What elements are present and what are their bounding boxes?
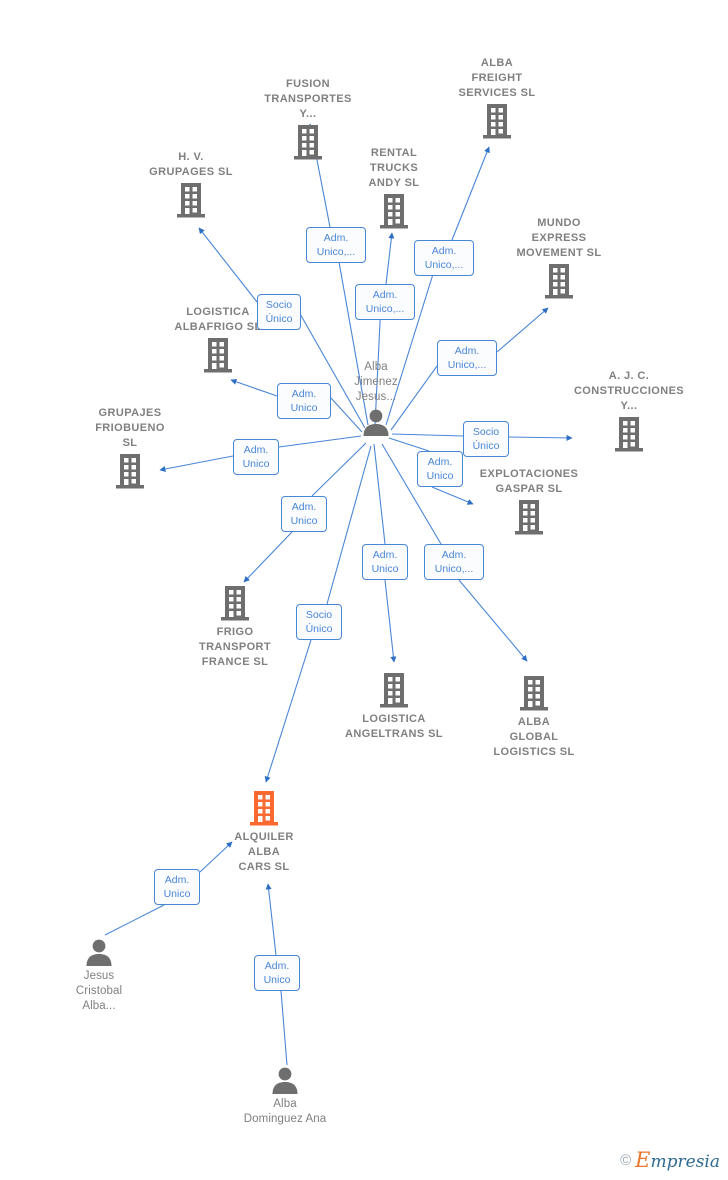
person-icon [363,409,389,436]
edge-label-ajc[interactable]: Socio Único [463,421,509,457]
node-alba-global-logistics[interactable]: ALBA GLOBAL LOGISTICS SL [464,675,604,760]
node-label: LOGISTICA ANGELTRANS SL [345,713,443,740]
edge-arrow-frigotrans [243,531,293,583]
building-icon [116,454,144,489]
edge-label-rental-trucks[interactable]: Adm. Unico,... [355,284,415,320]
edge-label-albafrigo[interactable]: Adm. Unico [277,383,331,419]
edge-arrow-mundo [496,307,549,353]
building-icon [380,673,408,708]
building-icon [177,183,205,218]
edge-line-alquiler [326,445,372,605]
node-hv-grupages[interactable]: H. V. GRUPAGES SL [121,150,261,220]
node-alquiler-alba-cars[interactable]: ALQUILER ALBA CARS SL [194,790,334,875]
building-icon [615,417,643,452]
node-frigo-transport-france[interactable]: FRIGO TRANSPORT FRANCE SL [165,585,305,670]
node-label: Jesus Cristobal Alba... [75,970,123,1012]
edge-label-fusion[interactable]: Adm. Unico,... [306,227,366,263]
building-icon [380,194,408,229]
edge-label-friobueno[interactable]: Adm. Unico [233,439,279,475]
edge-label-frigo-transport[interactable]: Adm. Unico [281,496,327,532]
node-label: FRIGO TRANSPORT FRANCE SL [198,626,272,668]
node-rental-trucks-andy[interactable]: RENTAL TRUCKS ANDY SL [324,146,464,231]
edge-label-hv-grupages[interactable]: Socio Único [257,294,301,330]
node-label: FUSION TRANSPORTES Y... [264,78,352,120]
edge-line-frigotrans [311,442,367,497]
node-alba-freight-services[interactable]: ALBA FREIGHT SERVICES SL [427,56,567,141]
person-icon [272,1067,298,1094]
edge-label-alba-freight[interactable]: Adm. Unico,... [414,240,474,276]
empresia-logo: Empresia [635,1148,720,1172]
edge-arrow-albaglobal [458,579,528,662]
edge-line-jesusalba [104,904,165,936]
node-logistica-angeltrans[interactable]: LOGISTICA ANGELTRANS SL [324,672,464,742]
building-icon [294,125,322,160]
building-icon [520,676,548,711]
watermark: © Empresia [620,1148,720,1172]
node-label: MUNDO EXPRESS MOVEMENT SL [516,217,602,259]
edge-label-gaspar[interactable]: Adm. Unico [417,451,463,487]
building-icon [250,791,278,826]
edge-label-jesus-alba[interactable]: Adm. Unico [154,869,200,905]
person-icon [86,939,112,966]
edge-label-alquiler[interactable]: Socio Único [296,604,342,640]
relationship-graph: FUSION TRANSPORTES Y... ALBA FREIGHT SER… [0,0,728,1180]
node-grupajes-friobueno[interactable]: GRUPAJES FRIOBUENO SL [60,406,200,491]
node-label: Alba Dominguez Ana [243,1098,327,1125]
edge-line-gaspar [388,437,430,452]
node-label: ALBA FREIGHT SERVICES SL [458,57,536,99]
edge-arrow-angeltrans [384,579,397,663]
node-ajc-construcciones[interactable]: A. J. C. CONSTRUCCIONES Y... [559,369,699,454]
node-label: H. V. GRUPAGES SL [149,151,233,178]
edge-label-mundo-express[interactable]: Adm. Unico,... [437,340,497,376]
node-label: A. J. C. CONSTRUCCIONES Y... [573,370,685,412]
edge-label-alba-global[interactable]: Adm. Unico,... [424,544,484,580]
building-icon [515,500,543,535]
node-label: RENTAL TRUCKS ANDY SL [368,147,420,189]
edge-arrow-rental [385,232,395,285]
node-label: ALBA GLOBAL LOGISTICS SL [493,716,575,758]
edge-line-angeltrans [373,443,386,545]
node-label: EXPLOTACIONES GASPAR SL [479,468,579,495]
node-label: GRUPAJES FRIOBUENO SL [95,407,165,449]
node-jesus-cristobal-alba[interactable]: Jesus Cristobal Alba... [29,937,169,1014]
edge-label-angeltrans[interactable]: Adm. Unico [362,544,408,580]
edge-line-albadom [280,990,288,1066]
edge-arrow-albafrigo [230,378,278,397]
building-icon [545,264,573,299]
edge-label-alba-dominguez[interactable]: Adm. Unico [254,955,300,991]
node-label: ALQUILER ALBA CARS SL [234,831,294,873]
edge-line-friobueno [278,435,362,448]
building-icon [204,338,232,373]
building-icon [483,104,511,139]
building-icon [221,586,249,621]
node-alba-dominguez-ana[interactable]: Alba Dominguez Ana [215,1065,355,1127]
node-explotaciones-gaspar[interactable]: EXPLOTACIONES GASPAR SL [459,467,599,537]
edge-arrow-albadom [265,883,277,956]
node-mundo-express-movement[interactable]: MUNDO EXPRESS MOVEMENT SL [489,216,629,301]
edge-arrow-hvgrupages [198,227,258,303]
copyright-icon: © [620,1151,632,1169]
